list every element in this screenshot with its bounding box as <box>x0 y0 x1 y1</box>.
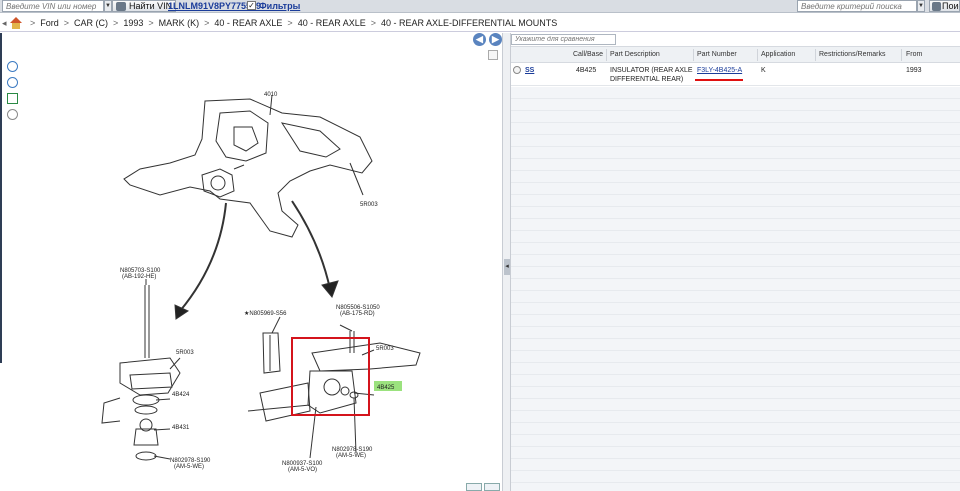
column-divider <box>815 49 816 61</box>
arrow-right-drawing <box>291 200 331 290</box>
label-4b425: 4B425 <box>377 385 395 391</box>
search-icon <box>932 2 941 11</box>
find-vin-label: Найти VIN <box>129 1 173 11</box>
breadcrumb-separator: > <box>370 17 376 28</box>
col-callbase[interactable]: Call/Base <box>573 47 603 63</box>
label-5r003-right: 5R003 <box>376 346 394 352</box>
label-4010: 4010 <box>264 92 278 98</box>
cell-desc-line2: DIFFERENTIAL REAR) <box>610 76 684 83</box>
breadcrumb-separator: > <box>148 17 154 28</box>
label-5r003-left: 5R003 <box>176 350 194 356</box>
table-header: Call/Base Part Description Part Number A… <box>511 46 960 63</box>
column-divider <box>757 49 758 61</box>
parts-table-pane: Call/Base Part Description Part Number A… <box>511 33 960 491</box>
breadcrumb-item-group[interactable]: 40 - REAR AXLE <box>214 18 282 28</box>
breadcrumb-back-icon[interactable]: ◂ <box>2 18 9 28</box>
empty-rows <box>511 87 960 491</box>
cell-callbase: 4B425 <box>576 67 597 74</box>
cell-desc-line1: INSULATOR (REAR AXLE <box>610 67 693 74</box>
label-4b431: 4B431 <box>172 425 190 431</box>
label-am5vo: (AM-5-VO) <box>288 467 317 473</box>
breadcrumb-separator: > <box>287 17 293 28</box>
cell-application: K <box>761 67 766 74</box>
breadcrumb-item-subgroup[interactable]: 40 - REAR AXLE <box>298 18 366 28</box>
label-5r003-top: 5R003 <box>360 202 378 208</box>
col-application[interactable]: Application <box>761 47 795 63</box>
pane-splitter[interactable]: ◂ <box>503 33 511 491</box>
breadcrumb: ◂ > Ford > CAR (C) > 1993 > MARK (K) > 4… <box>0 14 960 32</box>
reset-zoom-icon[interactable] <box>7 109 18 120</box>
ss-link[interactable]: SS <box>525 66 534 75</box>
column-divider <box>606 49 607 61</box>
zoom-out-icon[interactable] <box>7 77 18 88</box>
breadcrumb-item-catalog[interactable]: CAR (C) <box>74 18 108 28</box>
find-vin-button[interactable]: Найти VIN <box>112 0 177 12</box>
zoom-in-icon[interactable] <box>7 61 18 72</box>
col-part-number[interactable]: Part Number <box>697 47 737 63</box>
left-edge-bar <box>0 33 2 363</box>
table-row[interactable]: SS 4B425 INSULATOR (REAR AXLE DIFFERENTI… <box>511 63 960 86</box>
top-toolbar: ▼ Найти VIN 1LNLM91V8PY775539 ✓ Фильтры … <box>0 0 960 13</box>
breadcrumb-item-current: 40 - REAR AXLE-DIFFERENTIAL MOUNTS <box>381 17 558 28</box>
compare-input[interactable] <box>511 34 616 45</box>
col-from[interactable]: From <box>906 47 922 63</box>
print-icon[interactable] <box>466 483 482 491</box>
vin-dropdown-button[interactable]: ▼ <box>104 0 112 12</box>
email-icon[interactable] <box>484 483 500 491</box>
label-n805969: ★N805969-S56 <box>244 310 287 317</box>
row-select-radio[interactable] <box>513 66 521 74</box>
breadcrumb-separator: > <box>63 17 70 28</box>
breadcrumb-item-year[interactable]: 1993 <box>123 18 143 28</box>
breadcrumb-separator: > <box>113 17 119 28</box>
cell-from: 1993 <box>906 67 922 74</box>
breadcrumb-item-model[interactable]: MARK (K) <box>159 18 200 28</box>
collapse-handle-icon[interactable]: ◂ <box>504 259 510 275</box>
criteria-dropdown-button[interactable]: ▼ <box>917 0 925 12</box>
vin-search-input[interactable] <box>2 0 104 12</box>
col-part-description[interactable]: Part Description <box>610 47 660 63</box>
col-restrictions[interactable]: Restrictions/Remarks <box>819 47 886 63</box>
label-am5we-left: (AM-5-WE) <box>174 464 204 470</box>
highlight-box <box>291 337 370 416</box>
breadcrumb-separator: > <box>30 17 36 28</box>
prev-diagram-button[interactable]: ◀ <box>473 33 486 46</box>
crossmember-drawing <box>123 98 373 238</box>
parts-diagram: 4010 5R003 N805703-S100 (AB-192-HE) 5R00… <box>101 92 421 473</box>
part-number-link[interactable]: F3LY-4B425-A <box>697 66 742 75</box>
home-icon[interactable] <box>9 16 22 29</box>
fit-to-window-icon[interactable] <box>7 93 18 104</box>
find-icon <box>116 2 126 11</box>
search-button[interactable]: Поиск <box>929 0 960 12</box>
next-diagram-button[interactable]: ▶ <box>489 33 502 46</box>
red-underline-marker <box>695 79 743 81</box>
label-ab192: (AB-192-HE) <box>122 274 156 280</box>
column-divider <box>693 49 694 61</box>
breadcrumb-item-make[interactable]: Ford <box>40 18 59 28</box>
breadcrumb-separator: > <box>204 17 210 28</box>
criteria-search-input[interactable] <box>797 0 917 12</box>
filters-checkbox[interactable]: ✓ <box>247 1 256 10</box>
arrow-left-drawing <box>179 202 227 312</box>
filters-link[interactable]: Фильтры <box>259 0 300 12</box>
search-label: Поиск <box>942 1 959 11</box>
diagram-pane: ◀ ▶ 4010 5R003 N805703-S100 (AB-192-HE) … <box>0 33 503 491</box>
label-am5we-right: (AM-5-WE) <box>336 453 366 459</box>
label-ab175: (AB-175-RD) <box>340 311 375 317</box>
column-divider <box>901 49 902 61</box>
label-4b424: 4B424 <box>172 392 190 398</box>
